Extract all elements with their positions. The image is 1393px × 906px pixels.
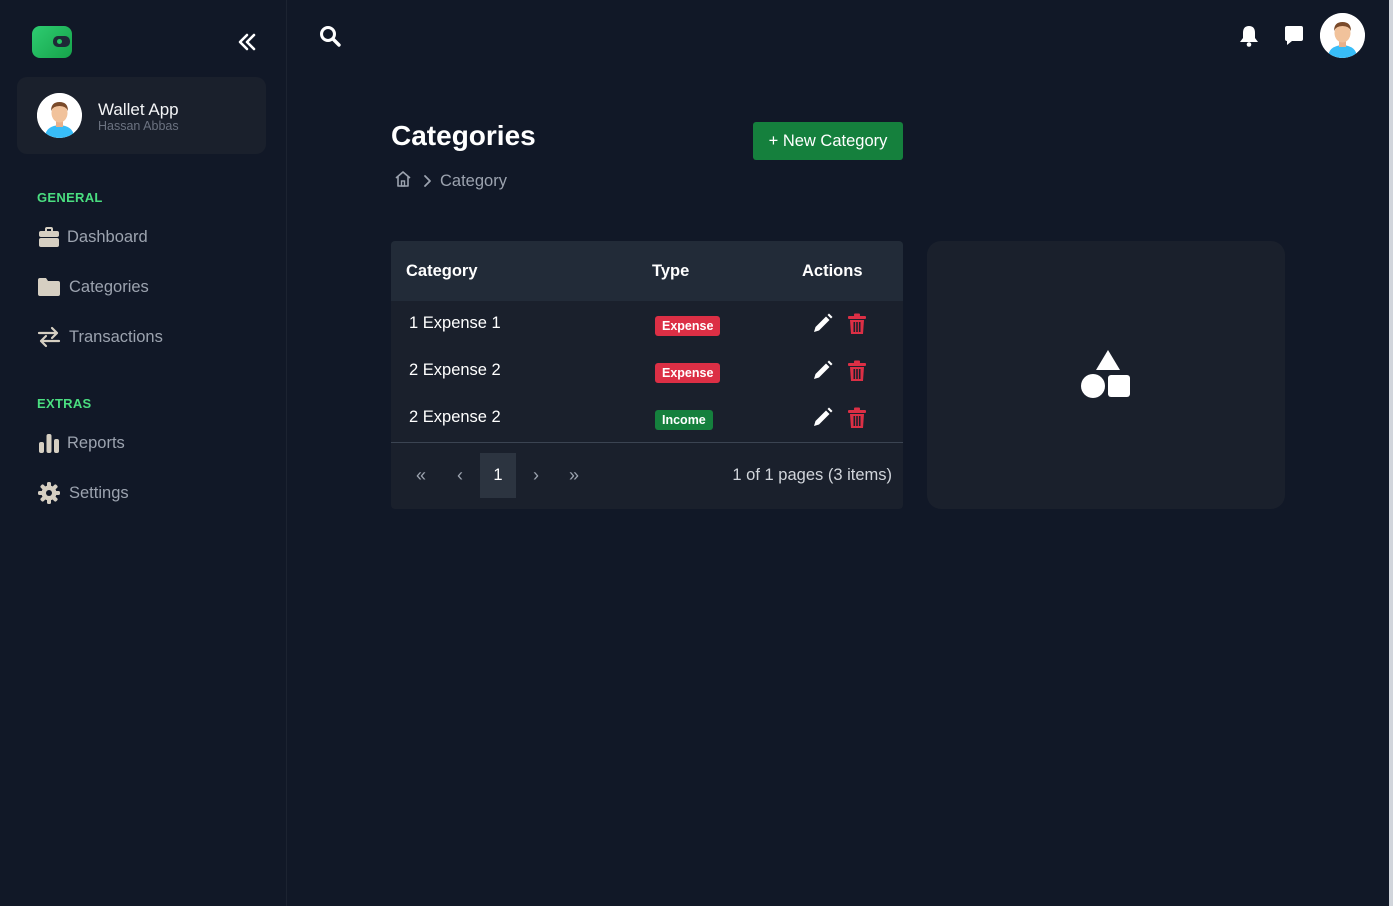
scrollbar[interactable]: [1389, 0, 1393, 906]
table-divider: [391, 442, 903, 443]
prev-page-button[interactable]: ‹: [442, 453, 478, 498]
trash-icon[interactable]: [847, 313, 867, 335]
column-header-category: Category: [406, 262, 478, 280]
trash-icon[interactable]: [847, 360, 867, 382]
table-header: Category Type Actions: [391, 241, 903, 301]
category-name: 1 Expense 1: [409, 314, 501, 332]
sidebar-item-transactions[interactable]: Transactions: [37, 322, 257, 352]
breadcrumb-current: Category: [440, 171, 507, 190]
table-row: 2 Expense 2 Income: [391, 395, 903, 442]
categories-table: Category Type Actions 1 Expense 1 Expens…: [391, 241, 903, 509]
last-page-button[interactable]: »: [556, 453, 592, 498]
user-avatar[interactable]: [1320, 13, 1365, 58]
edit-pencil-icon[interactable]: [811, 407, 833, 429]
categories-illustration-card: [927, 241, 1285, 509]
table-row: 1 Expense 1 Expense: [391, 301, 903, 348]
briefcase-icon: [37, 225, 61, 249]
sidebar-item-settings[interactable]: Settings: [37, 478, 257, 508]
sidebar-item-label: Reports: [67, 433, 125, 452]
avatar: [37, 93, 82, 138]
edit-pencil-icon[interactable]: [811, 313, 833, 335]
first-page-button[interactable]: «: [403, 453, 439, 498]
section-label-general: GENERAL: [37, 190, 103, 205]
edit-pencil-icon[interactable]: [811, 360, 833, 382]
transfer-arrows-icon: [37, 325, 61, 349]
category-name: 2 Expense 2: [409, 408, 501, 426]
chevron-right-icon: [422, 174, 432, 188]
section-label-extras: EXTRAS: [37, 396, 92, 411]
profile-card[interactable]: Wallet App Hassan Abbas: [17, 77, 266, 154]
type-badge: Expense: [655, 316, 721, 336]
sidebar: Wallet App Hassan Abbas GENERAL Dashboar…: [0, 0, 287, 906]
gear-icon: [37, 481, 61, 505]
sidebar-item-label: Dashboard: [67, 227, 148, 246]
sidebar-item-label: Categories: [69, 277, 149, 296]
bar-chart-icon: [37, 431, 61, 455]
wallet-logo-icon: [32, 26, 72, 58]
bell-icon[interactable]: [1238, 24, 1260, 48]
shapes-icon: [1081, 349, 1131, 399]
sidebar-item-label: Settings: [69, 483, 129, 502]
page-title: Categories: [391, 120, 536, 151]
next-page-button[interactable]: ›: [518, 453, 554, 498]
sidebar-item-dashboard[interactable]: Dashboard: [37, 222, 257, 252]
column-header-actions: Actions: [802, 262, 863, 280]
app-name: Wallet App: [98, 100, 179, 119]
sidebar-item-reports[interactable]: Reports: [37, 428, 257, 458]
user-name: Hassan Abbas: [98, 119, 179, 133]
home-icon[interactable]: [394, 170, 412, 193]
trash-icon[interactable]: [847, 407, 867, 429]
pagination-info: 1 of 1 pages (3 items): [732, 466, 892, 484]
sidebar-item-label: Transactions: [69, 327, 163, 346]
type-badge: Income: [655, 410, 713, 430]
folder-icon: [37, 275, 61, 299]
category-name: 2 Expense 2: [409, 361, 501, 379]
page-button-1[interactable]: 1: [480, 453, 516, 498]
collapse-sidebar-icon[interactable]: [234, 30, 260, 54]
chat-icon[interactable]: [1282, 24, 1306, 48]
column-header-type: Type: [652, 262, 690, 280]
type-badge: Expense: [655, 363, 721, 383]
sidebar-item-categories[interactable]: Categories: [37, 272, 257, 302]
search-icon[interactable]: [318, 24, 342, 48]
app-root: Wallet App Hassan Abbas GENERAL Dashboar…: [0, 0, 1393, 906]
new-category-button[interactable]: + New Category: [753, 122, 903, 160]
breadcrumb: Category: [394, 169, 507, 193]
table-row: 2 Expense 2 Expense: [391, 348, 903, 395]
